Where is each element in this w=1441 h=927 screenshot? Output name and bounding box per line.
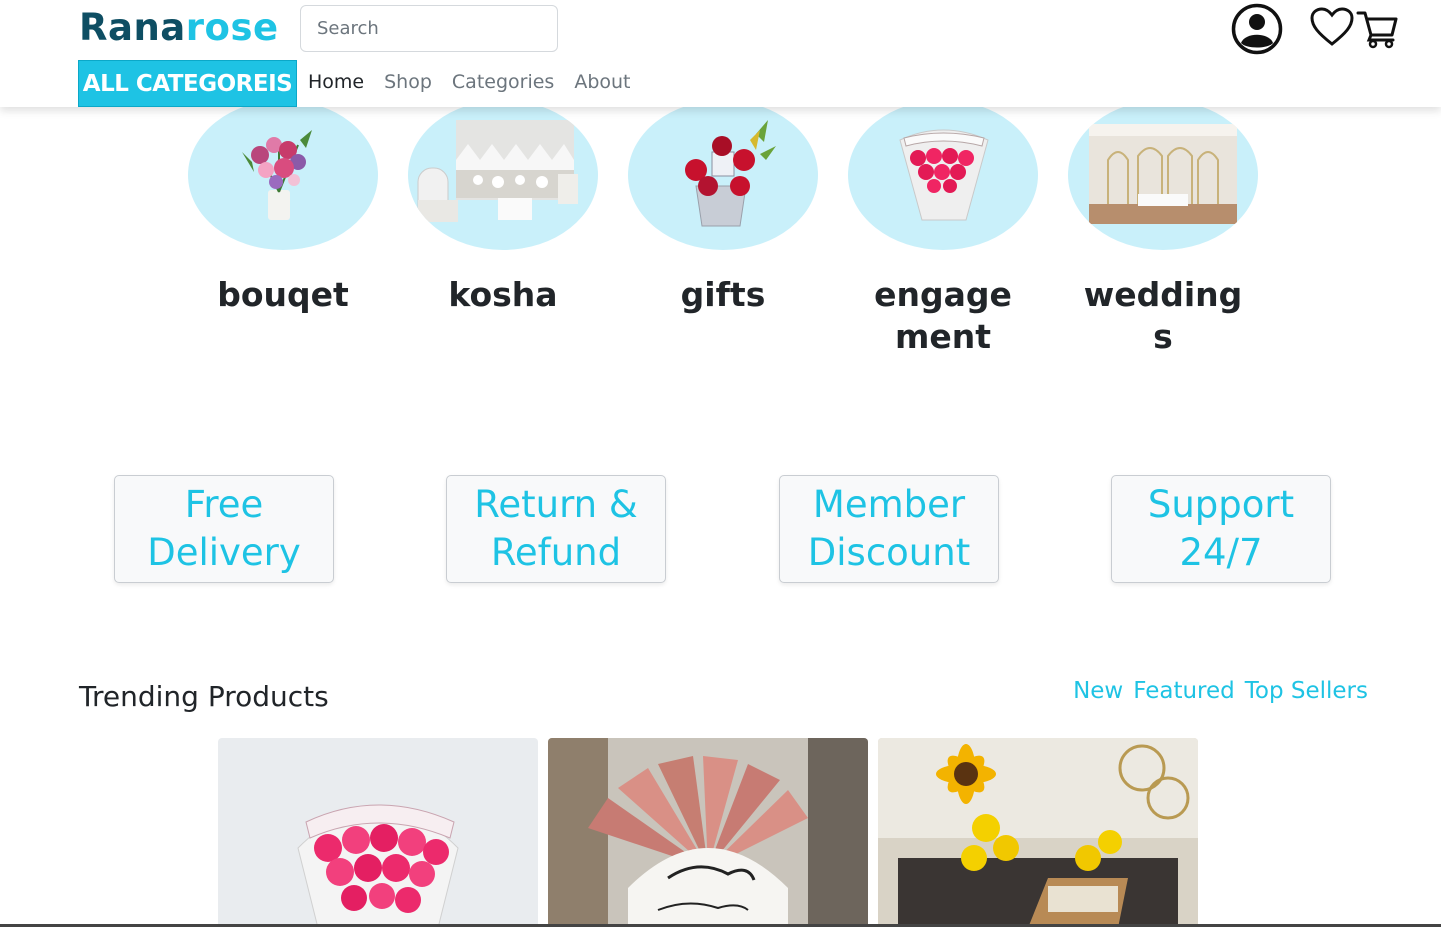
category-image-bouqet[interactable] [188, 100, 378, 250]
feature-return-refund: Return & Refund [446, 475, 666, 583]
brand-part-rose: rose [185, 6, 279, 49]
category-label-gifts: gifts [680, 275, 766, 314]
category-bouqet[interactable]: bouqet [188, 100, 378, 316]
nav-shop[interactable]: Shop [384, 71, 432, 93]
tab-top-sellers[interactable]: Top Sellers [1245, 678, 1368, 704]
nav-home[interactable]: Home [308, 71, 364, 93]
category-label-engagement: engagement [874, 275, 1012, 356]
heart-icon[interactable] [1310, 7, 1354, 47]
category-label-kosha: kosha [448, 275, 558, 314]
category-gifts[interactable]: gifts [628, 100, 818, 316]
all-categories-button[interactable]: ALL CATEGOREIS [78, 60, 297, 107]
category-image-weddings[interactable] [1068, 100, 1258, 250]
category-engagement[interactable]: engagement [848, 100, 1038, 358]
nav-about[interactable]: About [574, 71, 630, 93]
site-header: Ranarose ALL CATEGOREIS Home Shop Catego… [0, 0, 1441, 107]
feature-support: Support 24/7 [1111, 475, 1331, 583]
trending-products-title: Trending Products [79, 680, 329, 713]
category-label-weddings: weddings [1083, 275, 1243, 356]
category-image-engagement[interactable] [848, 100, 1038, 250]
brand-logo[interactable]: Ranarose [79, 6, 279, 49]
user-account-icon[interactable] [1231, 3, 1283, 55]
category-label-bouqet: bouqet [217, 275, 349, 314]
product-card-money-fan[interactable] [548, 738, 868, 927]
category-weddings[interactable]: weddings [1068, 100, 1258, 358]
tab-featured[interactable]: Featured [1133, 678, 1235, 704]
feature-member-discount: Member Discount [779, 475, 999, 583]
brand-part-rana: Rana [79, 6, 186, 49]
feature-free-delivery: Free Delivery [114, 475, 334, 583]
tab-new[interactable]: New [1073, 678, 1123, 704]
trending-tabs: New Featured Top Sellers [1073, 678, 1368, 704]
category-kosha[interactable]: kosha [408, 100, 598, 316]
search-input[interactable] [300, 5, 558, 52]
product-card-pink-roses[interactable] [218, 738, 538, 927]
product-card-sunflower[interactable] [878, 738, 1198, 927]
nav-categories[interactable]: Categories [452, 71, 554, 93]
cart-icon[interactable] [1356, 9, 1398, 49]
category-image-kosha[interactable] [408, 100, 598, 250]
main-nav: Home Shop Categories About [308, 71, 631, 93]
category-image-gifts[interactable] [628, 100, 818, 250]
